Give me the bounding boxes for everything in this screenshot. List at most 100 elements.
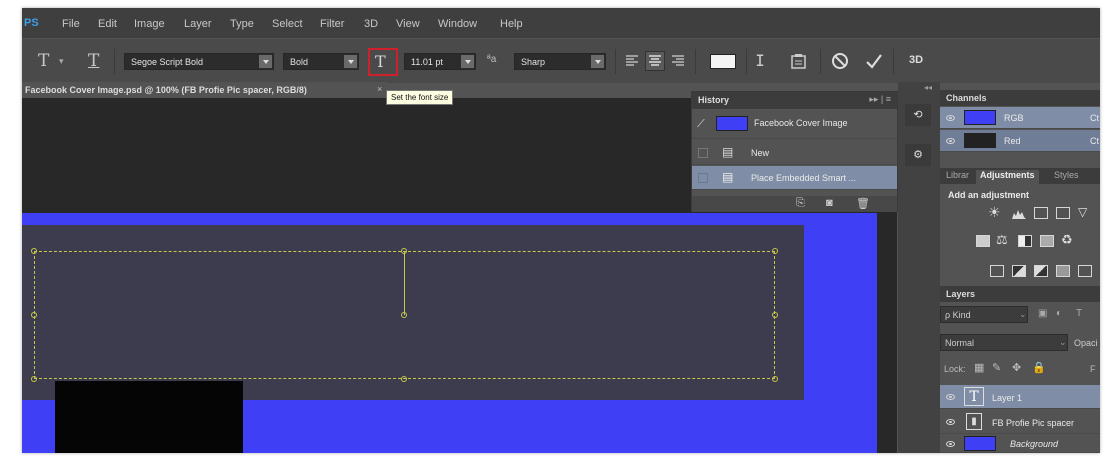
channel-row-red[interactable]: Red Ct [940, 130, 1100, 152]
menu-layer[interactable]: Layer [184, 18, 212, 30]
transform-handle[interactable] [772, 376, 778, 382]
align-left-icon[interactable] [625, 54, 639, 68]
menu-image[interactable]: Image [134, 18, 165, 30]
curves-icon[interactable] [1034, 207, 1048, 219]
text-color-swatch[interactable] [710, 54, 736, 69]
lock-transparent-icon[interactable]: ▦ [974, 361, 984, 374]
align-center-icon[interactable] [645, 51, 665, 71]
antialias-select[interactable]: Sharp [514, 53, 606, 70]
fill-label: F [1090, 364, 1096, 374]
menu-select[interactable]: Select [272, 18, 303, 30]
menu-type[interactable]: Type [230, 18, 254, 30]
cancel-icon[interactable] [831, 52, 849, 70]
channels-header: Channels [940, 90, 1100, 106]
eye-icon[interactable] [946, 138, 955, 144]
channel-row-rgb[interactable]: RGB Ct [940, 107, 1100, 129]
transform-handle[interactable] [401, 376, 407, 382]
type-tool-icon[interactable]: T [38, 51, 49, 71]
filter-pixel-icon[interactable]: ▣ [1038, 308, 1047, 319]
channel-mixer-icon[interactable]: ♻ [1061, 232, 1073, 248]
menu-edit[interactable]: Edit [98, 18, 117, 30]
threshold-icon[interactable] [1034, 265, 1048, 277]
lock-all-icon[interactable]: 🔒 [1032, 361, 1046, 374]
chevron-down-icon: ⌄ [1019, 309, 1027, 319]
transform-handle[interactable] [31, 248, 37, 254]
brightness-icon[interactable]: ☀ [988, 204, 1001, 221]
align-right-icon[interactable] [671, 54, 685, 68]
tab-adjustments[interactable]: Adjustments [976, 170, 1039, 184]
menu-filter[interactable]: Filter [320, 18, 344, 30]
history-state-row[interactable]: ▤ Place Embedded Smart ... [692, 166, 897, 190]
warp-text-icon[interactable]: ⵊ [756, 51, 764, 70]
document-tab-title: Facebook Cover Image.psd @ 100% (FB Prof… [25, 85, 307, 95]
eye-icon[interactable] [946, 441, 955, 447]
black-white-icon[interactable] [1018, 235, 1032, 247]
transform-handle[interactable] [31, 312, 37, 318]
font-family-select[interactable]: Segoe Script Bold [124, 53, 274, 70]
layer-row[interactable]: Background [940, 435, 1100, 453]
levels-icon[interactable] [1012, 207, 1026, 219]
blend-mode-select[interactable]: Normal ⌄ [940, 334, 1068, 351]
transform-handle[interactable] [401, 248, 407, 254]
history-source-checkbox[interactable] [698, 173, 708, 183]
history-brush-icon: ⟋ [697, 118, 705, 130]
document-tab[interactable]: Facebook Cover Image.psd @ 100% (FB Prof… [22, 82, 387, 98]
filter-adjust-icon[interactable]: ◐ [1056, 308, 1062, 319]
eye-icon[interactable] [946, 419, 955, 425]
tab-styles[interactable]: Styles [1054, 170, 1079, 180]
layer-row[interactable]: ▮ FB Profie Pic spacer [940, 410, 1100, 434]
transform-handle[interactable] [772, 312, 778, 318]
hue-saturation-icon[interactable] [976, 235, 990, 247]
tab-libraries[interactable]: Librar [946, 170, 969, 180]
lock-image-icon[interactable]: ✎ [992, 361, 1001, 374]
channels-title: Channels [946, 93, 987, 103]
collapse-arrows-icon[interactable]: ◂◂ [924, 83, 932, 92]
eye-icon[interactable] [946, 115, 955, 121]
selective-color-icon[interactable] [1078, 265, 1092, 277]
new-document-from-state-icon[interactable]: ⎘ [796, 197, 805, 210]
color-balance-icon[interactable]: ⚖ [996, 232, 1008, 248]
transform-handle[interactable] [401, 312, 407, 318]
commit-check-icon[interactable] [865, 52, 883, 70]
font-style-select[interactable]: Bold [283, 53, 359, 70]
history-state-row[interactable]: ▤ New [692, 141, 897, 165]
channel-name: Red [1004, 136, 1021, 146]
menu-window[interactable]: Window [438, 18, 477, 30]
text-layer-thumbnail: T [964, 387, 984, 406]
posterize-icon[interactable] [1012, 265, 1026, 277]
invert-icon[interactable] [990, 265, 1004, 277]
vibrance-icon[interactable]: ▽ [1078, 205, 1087, 219]
properties-panel-icon[interactable]: ⚙ [905, 144, 931, 166]
transform-handle[interactable] [31, 376, 37, 382]
font-size-select[interactable]: 11.01 pt [404, 53, 476, 70]
layer-row[interactable]: T Layer 1 [940, 385, 1100, 409]
font-size-value: 11.01 pt [411, 57, 443, 67]
toggle-orientation-icon[interactable]: T [88, 51, 99, 71]
gradient-map-icon[interactable] [1056, 265, 1070, 277]
eye-icon[interactable] [946, 394, 955, 400]
font-size-icon-highlight[interactable]: T [368, 48, 398, 76]
divider [114, 49, 115, 74]
menu-help[interactable]: Help [500, 18, 523, 30]
lock-position-icon[interactable]: ✥ [1012, 361, 1021, 374]
history-source-checkbox[interactable] [698, 148, 708, 158]
character-panel-icon[interactable] [791, 53, 807, 69]
panel-menu-icon[interactable]: ▸▸ | ≡ [869, 94, 891, 105]
exposure-icon[interactable] [1056, 207, 1070, 219]
layer-kind-filter[interactable]: ρ Kind ⌄ [940, 306, 1028, 323]
history-panel-icon[interactable]: ⟲ [905, 104, 931, 126]
menu-view[interactable]: View [396, 18, 420, 30]
trash-icon[interactable]: 🗑 [856, 197, 870, 210]
photo-filter-icon[interactable] [1040, 235, 1054, 247]
menu-file[interactable]: File [62, 18, 80, 30]
tool-preset-arrow-icon[interactable]: ▾ [59, 56, 64, 67]
menu-3d[interactable]: 3D [364, 18, 378, 30]
antialias-icon: ªa [487, 54, 497, 65]
3d-button[interactable]: 3D [909, 54, 923, 66]
channel-thumbnail [964, 133, 996, 148]
filter-type-icon[interactable]: T [1076, 308, 1082, 319]
history-snapshot-row[interactable]: ⟋ Facebook Cover Image [692, 109, 897, 139]
camera-icon[interactable]: ◙ [826, 197, 833, 209]
close-icon[interactable]: × [377, 84, 382, 94]
transform-handle[interactable] [772, 248, 778, 254]
